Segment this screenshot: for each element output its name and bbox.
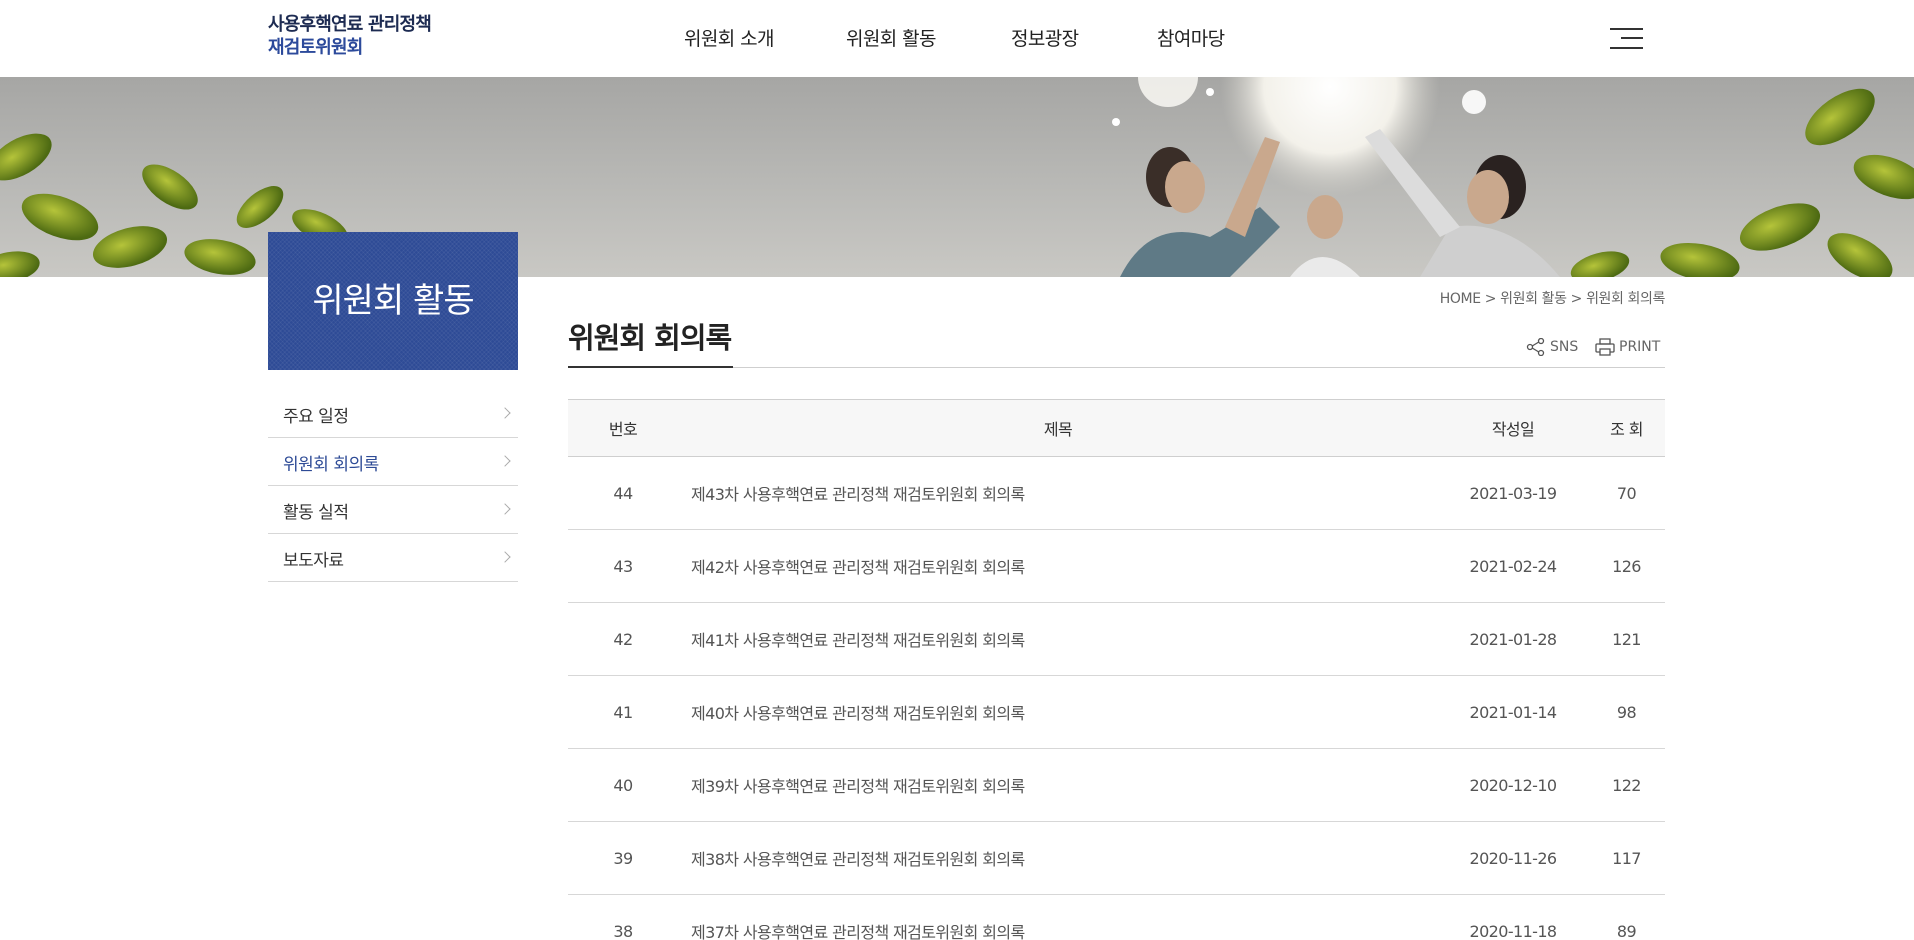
- chevron-right-icon: [499, 407, 511, 419]
- row-num: 44: [613, 483, 633, 503]
- row-title-link[interactable]: 제37차 사용후핵연료 관리정책 재검토위원회 회의록: [691, 895, 1391, 940]
- row-title-link[interactable]: 제43차 사용후핵연료 관리정책 재검토위원회 회의록: [691, 457, 1391, 529]
- table-row[interactable]: 44 제43차 사용후핵연료 관리정책 재검토위원회 회의록 2021-03-1…: [568, 457, 1665, 530]
- table-row[interactable]: 43 제42차 사용후핵연료 관리정책 재검토위원회 회의록 2021-02-2…: [568, 530, 1665, 603]
- row-num: 38: [613, 921, 633, 940]
- nav-item-committee-intro[interactable]: 위원회 소개: [684, 24, 774, 51]
- column-header-title: 제목: [1043, 420, 1073, 439]
- site-header: 사용후핵연료 관리정책 재검토위원회 위원회 소개 위원회 활동 정보광장 참여…: [0, 0, 1914, 77]
- table-row[interactable]: 40 제39차 사용후핵연료 관리정책 재검토위원회 회의록 2020-12-1…: [568, 749, 1665, 822]
- row-hits: 126: [1612, 556, 1641, 576]
- sidebar-menu: 주요 일정 위원회 회의록 활동 실적 보도자료: [268, 390, 518, 582]
- row-num: 42: [613, 629, 633, 649]
- row-num: 41: [613, 702, 633, 722]
- row-hits: 122: [1612, 775, 1641, 795]
- row-hits: 121: [1612, 629, 1641, 649]
- table-row[interactable]: 38 제37차 사용후핵연료 관리정책 재검토위원회 회의록 2020-11-1…: [568, 895, 1665, 940]
- logo-line-1: 사용후핵연료 관리정책: [268, 14, 432, 35]
- breadcrumb-separator: >: [1484, 291, 1497, 307]
- row-title-link[interactable]: 제38차 사용후핵연료 관리정책 재검토위원회 회의록: [691, 822, 1391, 894]
- sidebar-item-label: 주요 일정: [283, 407, 349, 427]
- row-date: 2020-11-18: [1469, 921, 1558, 940]
- breadcrumb-separator: >: [1570, 291, 1583, 307]
- row-date: 2020-12-10: [1469, 775, 1558, 795]
- row-hits: 70: [1616, 483, 1637, 503]
- row-date: 2020-11-26: [1469, 848, 1558, 868]
- sns-button[interactable]: SNS: [1526, 337, 1579, 357]
- sidebar-item-press[interactable]: 보도자료: [268, 534, 518, 582]
- nav-item-info-plaza[interactable]: 정보광장: [1011, 24, 1079, 51]
- table-row[interactable]: 41 제40차 사용후핵연료 관리정책 재검토위원회 회의록 2021-01-1…: [568, 676, 1665, 749]
- row-date: 2021-01-28: [1469, 629, 1558, 649]
- row-date: 2021-01-14: [1469, 702, 1558, 722]
- sns-label: SNS: [1550, 339, 1579, 355]
- sidebar-item-minutes[interactable]: 위원회 회의록: [268, 438, 518, 486]
- row-title-link[interactable]: 제39차 사용후핵연료 관리정책 재검토위원회 회의록: [691, 749, 1391, 821]
- title-underline: [568, 366, 733, 368]
- sidebar-item-label: 위원회 회의록: [283, 455, 379, 475]
- breadcrumb: HOME > 위원회 활동 > 위원회 회의록: [1440, 288, 1666, 308]
- breadcrumb-home[interactable]: HOME: [1440, 291, 1481, 307]
- print-button[interactable]: PRINT: [1595, 338, 1660, 356]
- row-num: 40: [613, 775, 633, 795]
- site-logo[interactable]: 사용후핵연료 관리정책 재검토위원회: [268, 13, 432, 59]
- breadcrumb-level2[interactable]: 위원회 회의록: [1586, 291, 1665, 307]
- sidebar-item-label: 활동 실적: [283, 503, 349, 523]
- row-num: 43: [613, 556, 633, 576]
- column-header-hits: 조 회: [1610, 420, 1643, 439]
- print-label: PRINT: [1619, 339, 1661, 355]
- row-hits: 89: [1616, 921, 1637, 940]
- row-title-link[interactable]: 제41차 사용후핵연료 관리정책 재검토위원회 회의록: [691, 603, 1391, 675]
- row-date: 2021-02-24: [1469, 556, 1558, 576]
- nav-item-committee-activities[interactable]: 위원회 활동: [846, 24, 936, 51]
- table-row[interactable]: 39 제38차 사용후핵연료 관리정책 재검토위원회 회의록 2020-11-2…: [568, 822, 1665, 895]
- minutes-table: 번호 제목 작성일 조 회 44 제43차 사용후핵연료 관리정책 재검토위원회…: [568, 399, 1665, 940]
- column-header-date: 작성일: [1491, 420, 1535, 439]
- table-header: 번호 제목 작성일 조 회: [568, 400, 1665, 457]
- row-hits: 98: [1616, 702, 1637, 722]
- sidebar-item-schedule[interactable]: 주요 일정: [268, 390, 518, 438]
- row-num: 39: [613, 848, 633, 868]
- table-row[interactable]: 42 제41차 사용후핵연료 관리정책 재검토위원회 회의록 2021-01-2…: [568, 603, 1665, 676]
- chevron-right-icon: [499, 455, 511, 467]
- chevron-right-icon: [499, 551, 511, 563]
- sidebar-title: 위원회 활동: [268, 232, 518, 370]
- sidebar-item-performance[interactable]: 활동 실적: [268, 486, 518, 534]
- sidebar-item-label: 보도자료: [283, 551, 344, 571]
- logo-line-2: 재검토위원회: [268, 37, 363, 58]
- row-hits: 117: [1612, 848, 1641, 868]
- chevron-right-icon: [499, 503, 511, 515]
- row-title-link[interactable]: 제42차 사용후핵연료 관리정책 재검토위원회 회의록: [691, 530, 1391, 602]
- share-icon: [1526, 337, 1545, 357]
- row-date: 2021-03-19: [1469, 483, 1558, 503]
- hamburger-icon[interactable]: [1610, 28, 1643, 50]
- page-title: 위원회 회의록: [568, 321, 732, 355]
- nav-item-participation[interactable]: 참여마당: [1157, 24, 1225, 51]
- breadcrumb-level1[interactable]: 위원회 활동: [1500, 291, 1567, 307]
- column-header-num: 번호: [608, 420, 638, 439]
- print-icon: [1595, 338, 1615, 356]
- row-title-link[interactable]: 제40차 사용후핵연료 관리정책 재검토위원회 회의록: [691, 676, 1391, 748]
